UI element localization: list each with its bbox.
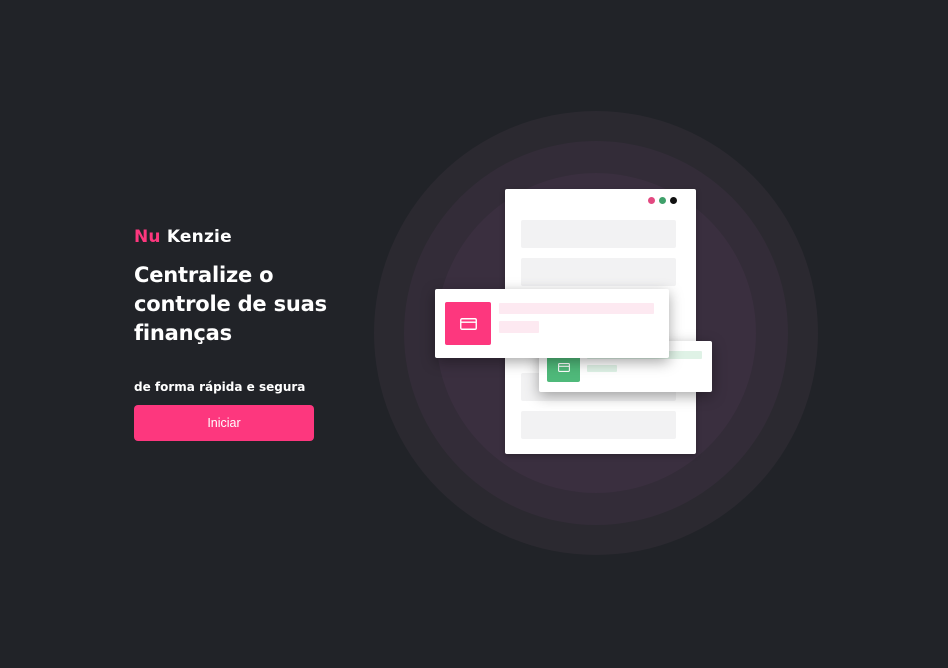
- window-dot-icon: [659, 197, 666, 204]
- transaction-line: [499, 303, 654, 314]
- transaction-line: [587, 365, 617, 372]
- placeholder-row: [521, 258, 676, 286]
- window-dot-icon: [648, 197, 655, 204]
- logo-kenzie: Kenzie: [166, 227, 232, 247]
- start-button[interactable]: Iniciar: [134, 405, 314, 441]
- logo: Nu Kenzie: [134, 226, 374, 248]
- headline: Centralize o controle de suas finanças: [134, 263, 327, 345]
- credit-card-icon: [445, 302, 491, 345]
- tagline: de forma rápida e segura: [134, 380, 306, 394]
- hero-section: Nu Kenzie Centralize o controle de suas …: [134, 226, 374, 441]
- finance-illustration: [374, 111, 818, 555]
- transaction-line: [499, 321, 539, 333]
- transaction-card: [435, 289, 669, 358]
- window-dot-icon: [670, 197, 677, 204]
- logo-nu: Nu: [134, 227, 161, 247]
- window-dots: [648, 197, 677, 204]
- placeholder-row: [521, 411, 676, 439]
- placeholder-row: [521, 220, 676, 248]
